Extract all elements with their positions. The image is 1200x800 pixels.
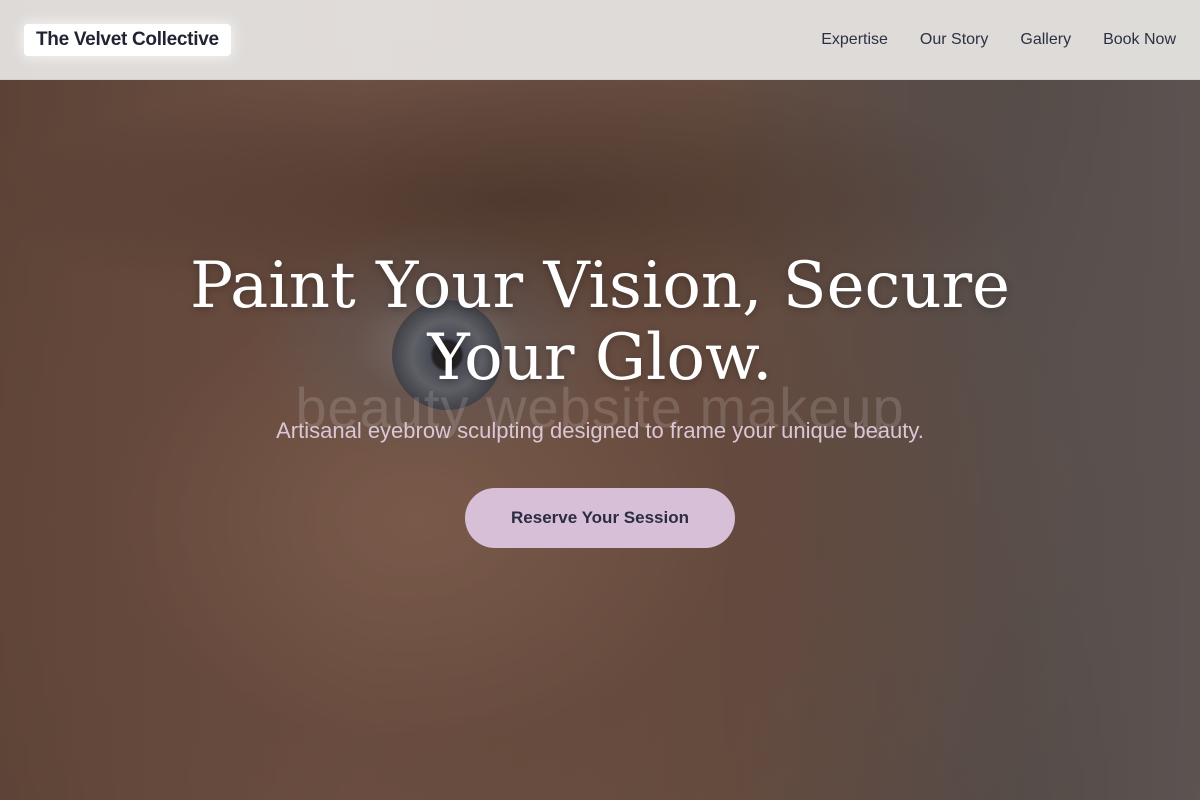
nav-link-book-now[interactable]: Book Now — [1103, 31, 1176, 49]
nav-link-gallery[interactable]: Gallery — [1020, 31, 1071, 49]
nav-link-our-story[interactable]: Our Story — [920, 31, 988, 49]
hero-section: Paint Your Vision, Secure Your Glow. Art… — [0, 250, 1200, 548]
site-logo[interactable]: The Velvet Collective — [24, 23, 231, 56]
reserve-session-button[interactable]: Reserve Your Session — [465, 488, 735, 548]
site-header: The Velvet Collective Expertise Our Stor… — [0, 0, 1200, 80]
main-nav: Expertise Our Story Gallery Book Now — [821, 31, 1176, 49]
nav-link-expertise[interactable]: Expertise — [821, 31, 888, 49]
hero-title: Paint Your Vision, Secure Your Glow. — [189, 249, 1011, 395]
hero-subtitle: Artisanal eyebrow sculpting designed to … — [276, 418, 924, 443]
